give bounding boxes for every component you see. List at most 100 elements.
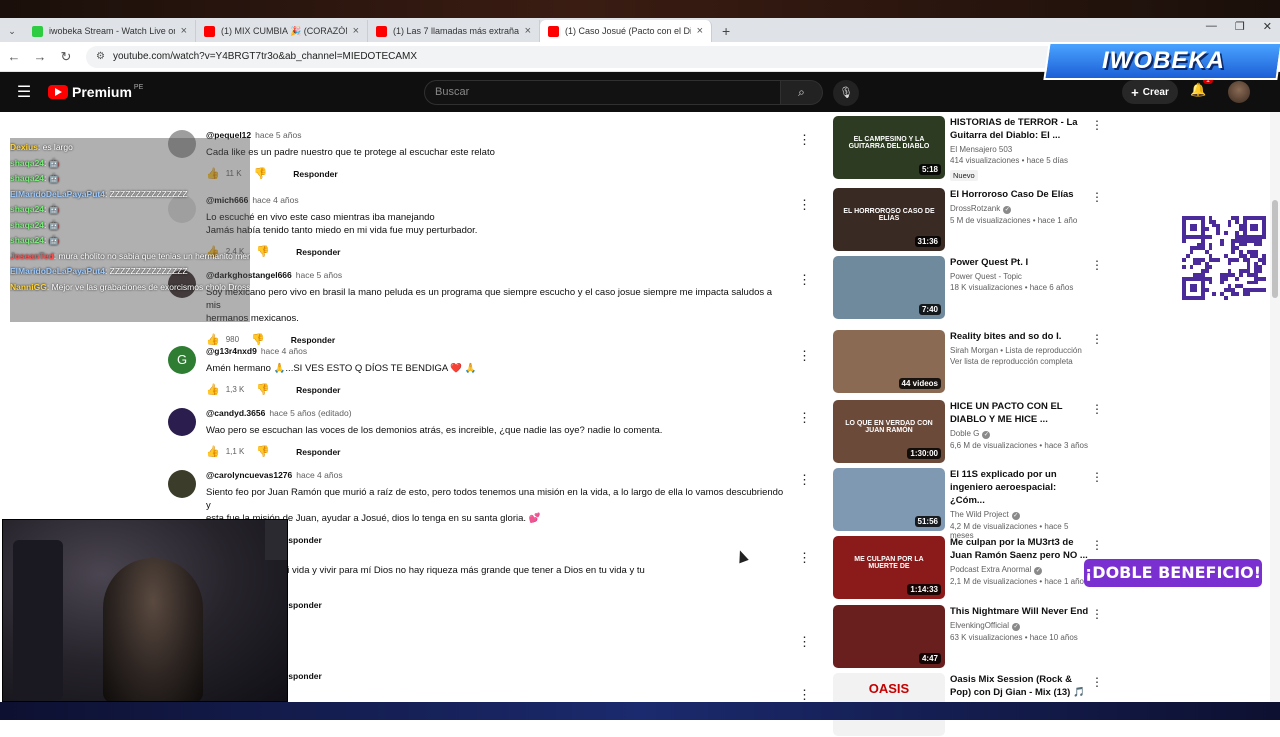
close-window-icon[interactable]: ✕ [1263,20,1272,33]
tab-close-icon[interactable]: × [181,25,187,37]
video-thumbnail[interactable]: 7:40 [833,256,945,319]
tab-close-icon[interactable]: × [353,25,359,37]
channel-name[interactable]: DrossRotzank ✓ [950,204,1090,214]
video-title[interactable]: Oasis Mix Session (Rock & Pop) con Dj Gi… [950,673,1090,699]
video-title[interactable]: HICE UN PACTO CON EL DIABLO Y ME HICE ..… [950,400,1090,426]
reply-button[interactable]: Responder [296,385,340,395]
page-scrollbar[interactable] [1270,112,1280,702]
create-button[interactable]: + Crear [1122,80,1178,104]
channel-name[interactable]: Doble G ✓ [950,429,1090,439]
video-thumbnail[interactable]: Lo que en verdad con Juan Ramón 1:30:00 [833,400,945,463]
scrollbar-thumb[interactable] [1272,200,1278,298]
video-thumbnail[interactable]: Me culpan por la muerte de 1:14:33 [833,536,945,599]
like-icon[interactable]: 👍 [206,333,220,346]
comment-author[interactable]: @candyd.3656 [206,408,265,418]
channel-name[interactable]: The Wild Project ✓ [950,510,1090,520]
video-menu-icon[interactable]: ⋮ [1091,190,1103,204]
video-thumbnail[interactable]: 44 videos [833,330,945,393]
video-title[interactable]: HISTORIAS de TERROR - La Guitarra del Di… [950,116,1090,142]
reply-button[interactable]: Responder [296,447,340,457]
comment-menu-icon[interactable]: ⋮ [798,272,811,288]
site-info-icon[interactable]: ⚙ [96,51,105,62]
comment-menu-icon[interactable]: ⋮ [798,687,811,703]
search-icon[interactable]: ⌕ [781,80,823,105]
forward-icon[interactable]: → [28,49,52,64]
channel-name[interactable]: ElvenkingOfficial ✓ [950,621,1090,631]
comment-author[interactable]: @carolyncuevas1276 [206,470,292,480]
comment-time[interactable]: hace 4 años [252,195,298,205]
reply-button[interactable]: Responder [293,169,337,179]
dislike-icon[interactable]: 👎 [254,167,268,180]
dislike-icon[interactable]: 👎 [256,245,270,258]
comment-author[interactable]: @g13r4nxd9 [206,346,257,356]
video-menu-icon[interactable]: ⋮ [1091,332,1103,346]
video-title[interactable]: Reality bites and so do I. [950,330,1090,343]
video-menu-icon[interactable]: ⋮ [1091,607,1103,621]
video-title[interactable]: El Horroroso Caso De Elías [950,188,1090,201]
video-thumbnail[interactable]: 51:56 [833,468,945,531]
dislike-icon[interactable]: 👎 [251,333,265,346]
channel-name[interactable]: El Mensajero 503 [950,145,1090,154]
video-thumbnail[interactable]: 4:47 [833,605,945,668]
avatar[interactable]: G [168,346,196,374]
comment-menu-icon[interactable]: ⋮ [798,132,811,148]
browser-tab[interactable]: (1) MIX CUMBIA 🎉 (CORAZÓN × [196,20,368,42]
url-field[interactable]: ⚙ youtube.com/watch?v=Y4BRGT7tr3o&ab_cha… [86,45,1096,68]
video-thumbnail[interactable]: El campesino y la guitarra del diablo 5:1… [833,116,945,179]
recommended-video[interactable]: 7:40 Power Quest Pt. I Power Quest - Topic… [833,256,1103,320]
back-icon[interactable]: ← [2,49,26,64]
avatar[interactable] [168,408,196,436]
tab-close-icon[interactable]: × [697,25,703,37]
recommended-video[interactable]: Me culpan por la muerte de 1:14:33 Me culp… [833,536,1103,600]
comment-menu-icon[interactable]: ⋮ [798,348,811,364]
dislike-icon[interactable]: 👎 [256,445,270,458]
video-title[interactable]: El 11S explicado por un ingeniero aeroes… [950,468,1090,507]
video-menu-icon[interactable]: ⋮ [1091,258,1103,272]
recommended-video[interactable]: El horroroso caso de Elías 31:36 El Horror… [833,188,1103,252]
recommended-video[interactable]: 44 videos Reality bites and so do I. Sirah… [833,330,1103,394]
comment-time[interactable]: hace 5 años (editado) [269,408,351,418]
browser-tab[interactable]: (1) Caso Josué (Pacto con el Dia × [540,20,712,42]
comment-menu-icon[interactable]: ⋮ [798,410,811,426]
comment-menu-icon[interactable]: ⋮ [798,550,811,566]
video-menu-icon[interactable]: ⋮ [1091,538,1103,552]
dislike-icon[interactable]: 👎 [256,383,270,396]
video-thumbnail[interactable]: El horroroso caso de Elías 31:36 [833,188,945,251]
restore-icon[interactable]: ❐ [1235,20,1245,33]
avatar[interactable] [168,470,196,498]
comment-menu-icon[interactable]: ⋮ [798,197,811,213]
comment-time[interactable]: hace 5 años [296,270,342,280]
video-menu-icon[interactable]: ⋮ [1091,675,1103,689]
menu-icon[interactable]: ☰ [0,82,48,102]
comment-time[interactable]: hace 4 años [261,346,307,356]
browser-tab[interactable]: (1) Las 7 llamadas más extrañas × [368,20,540,42]
youtube-logo[interactable]: Premium PE [48,84,143,100]
comment-time[interactable]: hace 5 años [255,130,301,140]
tab-close-icon[interactable]: × [525,25,531,37]
tab-search-dropdown[interactable]: ⌄ [0,20,24,42]
video-menu-icon[interactable]: ⋮ [1091,470,1103,484]
video-menu-icon[interactable]: ⋮ [1091,402,1103,416]
recommended-video[interactable]: 51:56 El 11S explicado por un ingeniero a… [833,468,1103,540]
video-title[interactable]: This Nightmare Will Never End [950,605,1090,618]
reply-button[interactable]: Responder [296,247,340,257]
comment-menu-icon[interactable]: ⋮ [798,472,811,488]
reply-button[interactable]: Responder [291,335,335,345]
browser-tab[interactable]: iwobeka Stream - Watch Live on × [24,20,196,42]
recommended-video[interactable]: El campesino y la guitarra del diablo 5:1… [833,116,1103,181]
comment-menu-icon[interactable]: ⋮ [798,634,811,650]
bell-icon[interactable]: 🔔 [1190,82,1206,98]
channel-name[interactable]: Podcast Extra Anormal ✓ [950,565,1090,575]
like-icon[interactable]: 👍 [206,445,220,458]
channel-name[interactable]: Power Quest - Topic [950,272,1090,281]
comment-time[interactable]: hace 4 años [296,470,342,480]
mic-icon[interactable]: 🎙 [833,80,859,106]
new-tab-button[interactable]: + [722,20,730,42]
avatar[interactable] [1228,81,1250,103]
channel-name[interactable]: Sirah Morgan • Lista de reproducción [950,346,1090,355]
video-title[interactable]: Power Quest Pt. I [950,256,1090,269]
video-title[interactable]: Me culpan por la MU3rt3 de Juan Ramón Sa… [950,536,1090,562]
video-menu-icon[interactable]: ⋮ [1091,118,1103,132]
like-icon[interactable]: 👍 [206,383,220,396]
recommended-video[interactable]: Lo que en verdad con Juan Ramón 1:30:00 HI… [833,400,1103,464]
